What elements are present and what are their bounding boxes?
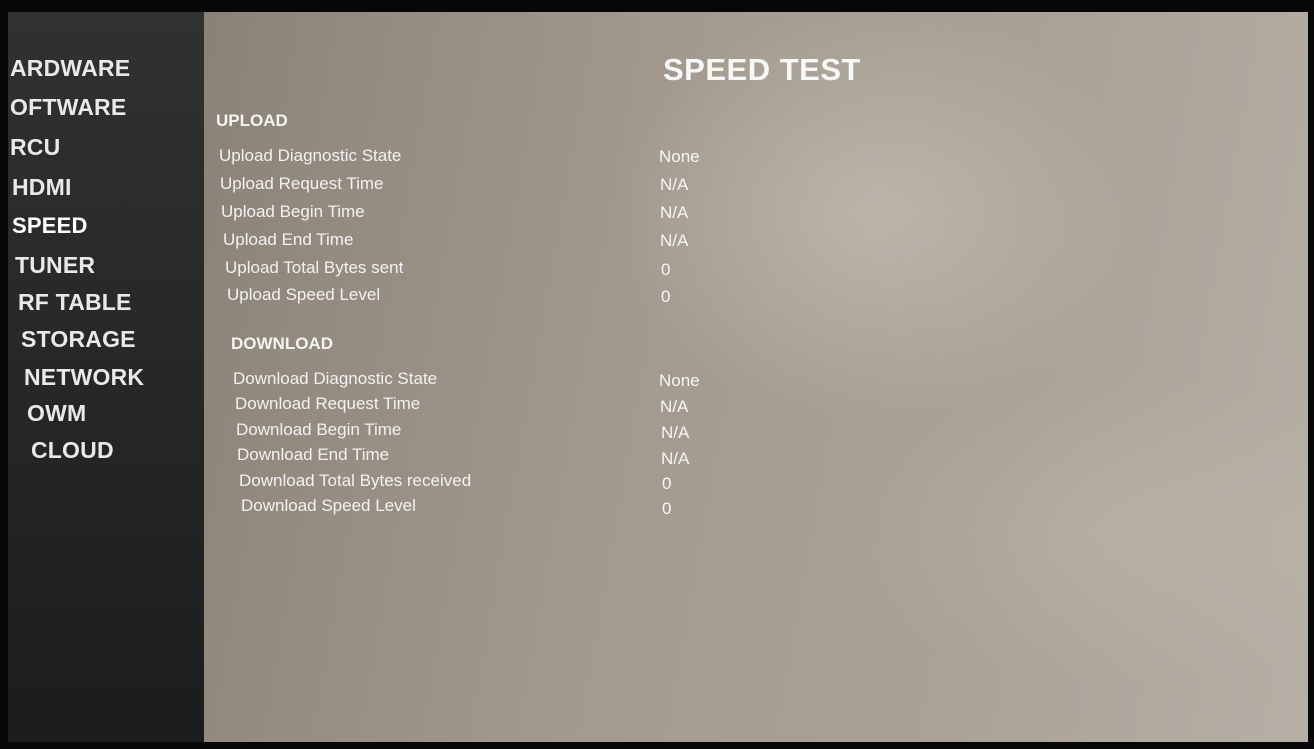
download-diagnostic-state-value: None — [659, 371, 700, 390]
upload-end-time-label: Upload End Time — [223, 230, 354, 249]
upload-total-bytes-value: 0 — [661, 260, 671, 279]
upload-begin-time-value: N/A — [660, 203, 689, 222]
upload-speed-level-value: 0 — [661, 287, 671, 306]
download-request-time-value: N/A — [660, 397, 689, 416]
download-heading: DOWNLOAD — [231, 334, 333, 353]
download-end-time-value: N/A — [661, 449, 690, 468]
sidebar-item-cloud[interactable]: CLOUD — [31, 437, 114, 464]
download-total-bytes-label: Download Total Bytes received — [239, 471, 472, 490]
upload-end-time-value: N/A — [660, 231, 689, 250]
download-speed-level-label: Download Speed Level — [241, 496, 416, 515]
download-end-time-label: Download End Time — [237, 445, 390, 464]
tv-screen: ARDWARE OFTWARE RCU HDMI SPEED TUNER RF … — [8, 12, 1308, 742]
upload-begin-time-label: Upload Begin Time — [221, 202, 365, 221]
download-begin-time-value: N/A — [661, 423, 690, 442]
upload-diagnostic-state-value: None — [659, 147, 700, 166]
sidebar-menu: ARDWARE OFTWARE RCU HDMI SPEED TUNER RF … — [8, 12, 204, 742]
download-begin-time-label: Download Begin Time — [236, 420, 402, 439]
sidebar-item-software[interactable]: OFTWARE — [10, 94, 126, 121]
upload-diagnostic-state-label: Upload Diagnostic State — [219, 146, 402, 165]
sidebar-item-rf-table[interactable]: RF TABLE — [18, 289, 132, 316]
sidebar-item-network[interactable]: NETWORK — [24, 364, 144, 391]
upload-request-time-value: N/A — [660, 175, 689, 194]
download-diagnostic-state-label: Download Diagnostic State — [233, 369, 438, 388]
sidebar-item-rcu[interactable]: RCU — [10, 134, 60, 161]
sidebar-item-tuner[interactable]: TUNER — [15, 252, 95, 279]
sidebar-item-hardware[interactable]: ARDWARE — [10, 55, 130, 82]
download-total-bytes-value: 0 — [662, 474, 672, 493]
upload-total-bytes-label: Upload Total Bytes sent — [225, 258, 404, 277]
upload-request-time-label: Upload Request Time — [220, 174, 384, 193]
download-request-time-label: Download Request Time — [235, 394, 421, 413]
sidebar-item-owm[interactable]: OWM — [27, 400, 86, 427]
upload-heading: UPLOAD — [216, 111, 288, 130]
sidebar-item-hdmi[interactable]: HDMI — [12, 174, 72, 201]
page-title: SPEED TEST — [663, 52, 861, 87]
sidebar-item-storage[interactable]: STORAGE — [21, 326, 136, 353]
sidebar-item-speed[interactable]: SPEED — [12, 213, 88, 239]
download-speed-level-value: 0 — [662, 499, 672, 518]
upload-speed-level-label: Upload Speed Level — [227, 285, 381, 304]
